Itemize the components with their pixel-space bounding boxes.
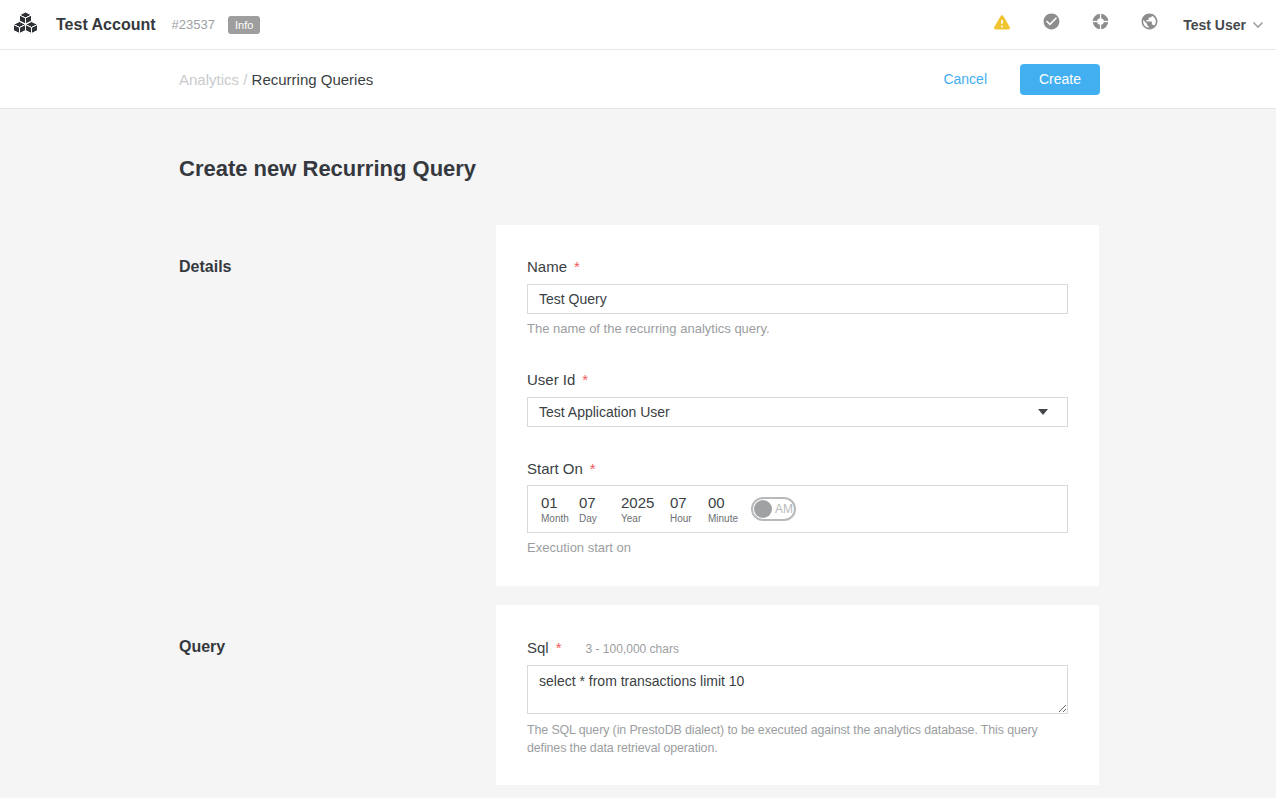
sql-label: Sql* xyxy=(527,639,562,656)
required-asterisk: * xyxy=(556,639,562,656)
globe-icon[interactable] xyxy=(1140,12,1159,31)
breadcrumb-parent[interactable]: Analytics xyxy=(179,71,239,88)
details-section: Details Name* The name of the recurring … xyxy=(179,225,1276,586)
details-section-label: Details xyxy=(179,225,496,586)
info-badge[interactable]: Info xyxy=(228,16,260,34)
month-caption: Month xyxy=(541,513,579,524)
breadcrumb: Analytics / Recurring Queries xyxy=(179,71,373,88)
user-id-selected-value: Test Application User xyxy=(539,404,670,420)
day-caption: Day xyxy=(579,513,621,524)
name-help: The name of the recurring analytics quer… xyxy=(527,321,1068,336)
details-card: Name* The name of the recurring analytic… xyxy=(496,225,1099,586)
main-content: Create new Recurring Query Details Name*… xyxy=(0,109,1276,785)
meridiem-toggle-knob xyxy=(754,500,772,518)
account-name: Test Account xyxy=(56,16,156,34)
create-button[interactable]: Create xyxy=(1020,64,1100,95)
name-label: Name* xyxy=(527,258,1068,275)
start-on-label: Start On* xyxy=(527,460,1068,477)
hour-column[interactable]: 07 Hour xyxy=(670,495,708,524)
meridiem-toggle[interactable]: AM xyxy=(751,497,796,521)
hour-value[interactable]: 07 xyxy=(670,495,708,511)
year-column[interactable]: 2025 Year xyxy=(621,495,670,524)
sql-chars-hint: 3 - 100,000 chars xyxy=(586,642,679,656)
required-asterisk: * xyxy=(582,371,588,388)
minute-column[interactable]: 00 Minute xyxy=(708,495,751,524)
breadcrumb-current: Recurring Queries xyxy=(252,71,374,88)
meridiem-label: AM xyxy=(775,502,793,516)
dropdown-arrow-icon xyxy=(1038,409,1048,415)
month-value[interactable]: 01 xyxy=(541,495,579,511)
warning-icon[interactable] xyxy=(992,12,1012,32)
name-input[interactable] xyxy=(527,284,1068,314)
user-name: Test User xyxy=(1183,17,1246,33)
check-circle-icon[interactable] xyxy=(1042,12,1061,31)
required-asterisk: * xyxy=(590,460,596,477)
query-card: Sql* 3 - 100,000 chars select * from tra… xyxy=(496,605,1099,785)
cancel-button[interactable]: Cancel xyxy=(943,71,987,87)
chevron-down-icon xyxy=(1252,21,1264,29)
user-menu[interactable]: Test User xyxy=(1183,17,1264,33)
name-field: Name* The name of the recurring analytic… xyxy=(527,258,1068,336)
day-value[interactable]: 07 xyxy=(579,495,621,511)
user-id-field: User Id* Test Application User xyxy=(527,371,1068,427)
required-asterisk: * xyxy=(574,258,580,275)
breadcrumb-separator: / xyxy=(243,71,247,88)
year-value[interactable]: 2025 xyxy=(621,495,670,511)
year-caption: Year xyxy=(621,513,670,524)
month-column[interactable]: 01 Month xyxy=(541,495,579,524)
sql-field: Sql* 3 - 100,000 chars select * from tra… xyxy=(527,639,1068,757)
support-icon[interactable] xyxy=(1091,12,1110,31)
user-id-label: User Id* xyxy=(527,371,1068,388)
start-on-field: Start On* 01 Month 07 Day 2025 Year xyxy=(527,460,1068,555)
app-logo-icon[interactable] xyxy=(12,11,39,38)
sql-textarea[interactable]: select * from transactions limit 10 xyxy=(527,665,1068,714)
minute-value[interactable]: 00 xyxy=(708,495,751,511)
breadcrumb-bar: Analytics / Recurring Queries Cancel Cre… xyxy=(0,50,1276,109)
start-on-help: Execution start on xyxy=(527,540,1068,555)
page-title: Create new Recurring Query xyxy=(179,156,1276,182)
account-number: #23537 xyxy=(172,17,215,32)
minute-caption: Minute xyxy=(708,513,751,524)
hour-caption: Hour xyxy=(670,513,708,524)
day-column[interactable]: 07 Day xyxy=(579,495,621,524)
query-section-label: Query xyxy=(179,605,496,785)
sql-help: The SQL query (in PrestoDB dialect) to b… xyxy=(527,721,1072,757)
user-id-select[interactable]: Test Application User xyxy=(527,397,1068,427)
start-on-picker: 01 Month 07 Day 2025 Year 07 Hour xyxy=(527,485,1068,533)
top-bar: Test Account #23537 Info Test User xyxy=(0,0,1276,50)
query-section: Query Sql* 3 - 100,000 chars select * fr… xyxy=(179,605,1276,785)
